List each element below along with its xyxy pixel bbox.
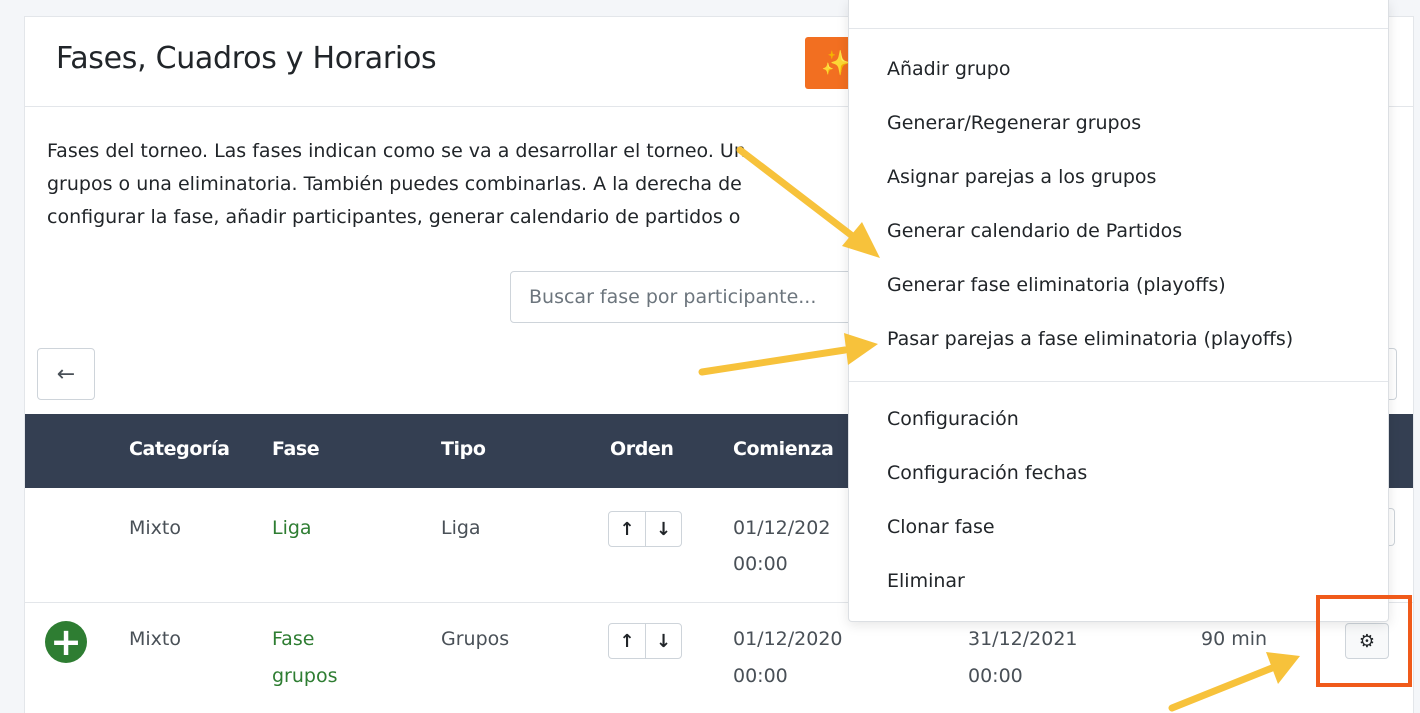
menu-item-anadir-grupo[interactable]: Añadir grupo — [887, 56, 1010, 82]
cell-fase-link[interactable]: Liga — [272, 510, 312, 547]
arrow-left-icon: ← — [56, 361, 76, 387]
cell-tipo: Liga — [441, 517, 481, 539]
menu-item-configuracion-fechas[interactable]: Configuración fechas — [887, 460, 1087, 486]
arrow-down-icon: ↓ — [655, 630, 672, 652]
cell-comienza-date: 01/12/202 — [733, 517, 831, 539]
cell-fase-link-line2[interactable]: grupos — [272, 658, 338, 695]
column-header-tipo[interactable]: Tipo — [441, 438, 486, 460]
cell-tipo: Grupos — [441, 628, 510, 650]
arrow-up-icon: ↑ — [619, 518, 635, 540]
cell-comienza-time: 00:00 — [733, 665, 788, 687]
move-up-button[interactable]: ↑ — [609, 624, 645, 658]
menu-item-asignar-parejas[interactable]: Asignar parejas a los grupos — [887, 164, 1156, 190]
intro-line-1: Fases del torneo. Las fases indican como… — [47, 140, 746, 162]
add-plus-icon[interactable]: + — [45, 621, 87, 663]
column-header-orden[interactable]: Orden — [610, 438, 674, 460]
cell-comienza-time: 00:00 — [733, 553, 788, 575]
page-title: Fases, Cuadros y Horarios — [56, 41, 437, 76]
cell-termina-date: 31/12/2021 — [968, 628, 1078, 650]
intro-line-2: grupos o una eliminatoria. También puede… — [47, 173, 742, 195]
column-header-categoria[interactable]: Categoría — [129, 438, 230, 460]
cell-termina-time: 00:00 — [968, 665, 1023, 687]
menu-item-generar-grupos[interactable]: Generar/Regenerar grupos — [887, 110, 1141, 136]
back-button[interactable]: ← — [37, 348, 95, 400]
column-header-comienza[interactable]: Comienza — [733, 438, 834, 460]
intro-text: Fases del torneo. Las fases indican como… — [47, 135, 867, 234]
search-input[interactable] — [510, 271, 870, 323]
arrow-down-icon: ↓ — [655, 518, 672, 540]
phase-actions-dropdown: Añadir grupo Generar/Regenerar grupos As… — [848, 0, 1389, 622]
cell-categoria: Mixto — [129, 628, 181, 650]
cell-fase-link[interactable]: Fase — [272, 621, 314, 658]
move-down-button[interactable]: ↓ — [645, 624, 681, 658]
menu-item-pasar-parejas-playoffs[interactable]: Pasar parejas a fase eliminatoria (playo… — [887, 326, 1293, 352]
menu-item-clonar-fase[interactable]: Clonar fase — [887, 514, 995, 540]
gear-highlight-annotation — [1316, 595, 1412, 687]
intro-line-3: configurar la fase, añadir participantes… — [47, 206, 741, 228]
cell-duracion: 90 min — [1201, 628, 1268, 650]
column-header-fase[interactable]: Fase — [272, 438, 320, 460]
move-down-button[interactable]: ↓ — [645, 512, 681, 546]
menu-item-configuracion[interactable]: Configuración — [887, 406, 1019, 432]
menu-item-generar-playoffs[interactable]: Generar fase eliminatoria (playoffs) — [887, 272, 1226, 298]
cell-categoria: Mixto — [129, 517, 181, 539]
arrow-up-icon: ↑ — [619, 630, 635, 652]
order-stepper: ↑ ↓ — [608, 623, 682, 659]
dropdown-top-divider — [849, 28, 1388, 29]
order-stepper: ↑ ↓ — [608, 511, 682, 547]
menu-item-generar-calendario[interactable]: Generar calendario de Partidos — [887, 218, 1182, 244]
move-up-button[interactable]: ↑ — [609, 512, 645, 546]
cell-comienza-date: 01/12/2020 — [733, 628, 843, 650]
dropdown-divider — [849, 381, 1388, 382]
menu-item-eliminar[interactable]: Eliminar — [887, 568, 965, 594]
magic-wand-icon: ✨ — [821, 49, 851, 77]
